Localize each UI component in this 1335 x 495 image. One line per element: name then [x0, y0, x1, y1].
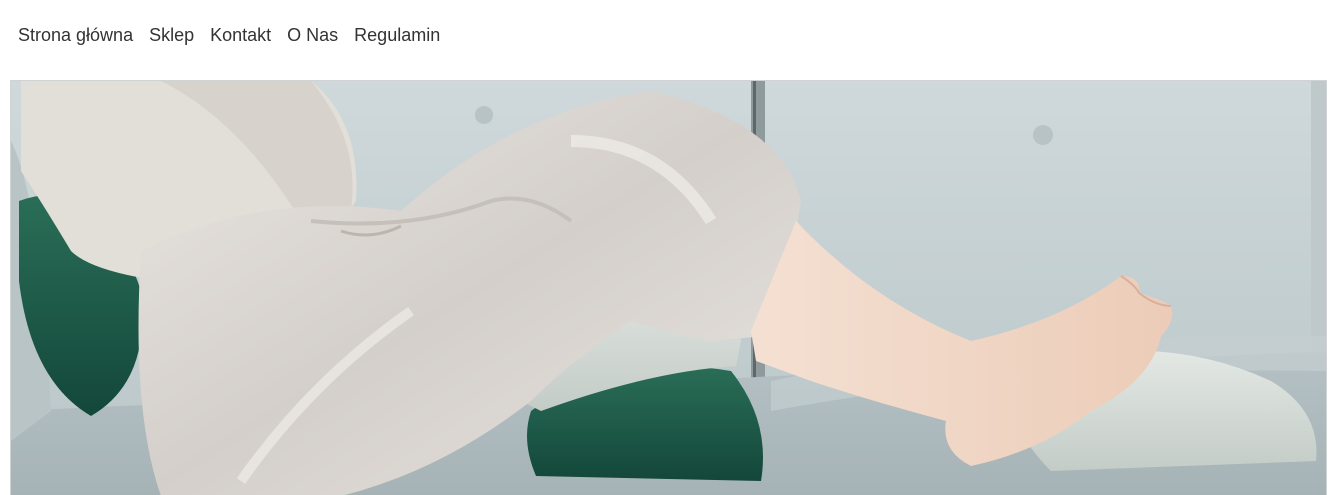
nav-link-shop[interactable]: Sklep — [149, 22, 194, 48]
main-nav: Strona główna Sklep Kontakt O Nas Regula… — [18, 22, 456, 48]
nav-link-terms[interactable]: Regulamin — [354, 22, 440, 48]
hero-photo — [11, 81, 1326, 495]
nav-link-home[interactable]: Strona główna — [18, 22, 133, 48]
nav-link-about[interactable]: O Nas — [287, 22, 338, 48]
nav-link-contact[interactable]: Kontakt — [210, 22, 271, 48]
hero-banner — [10, 80, 1327, 495]
